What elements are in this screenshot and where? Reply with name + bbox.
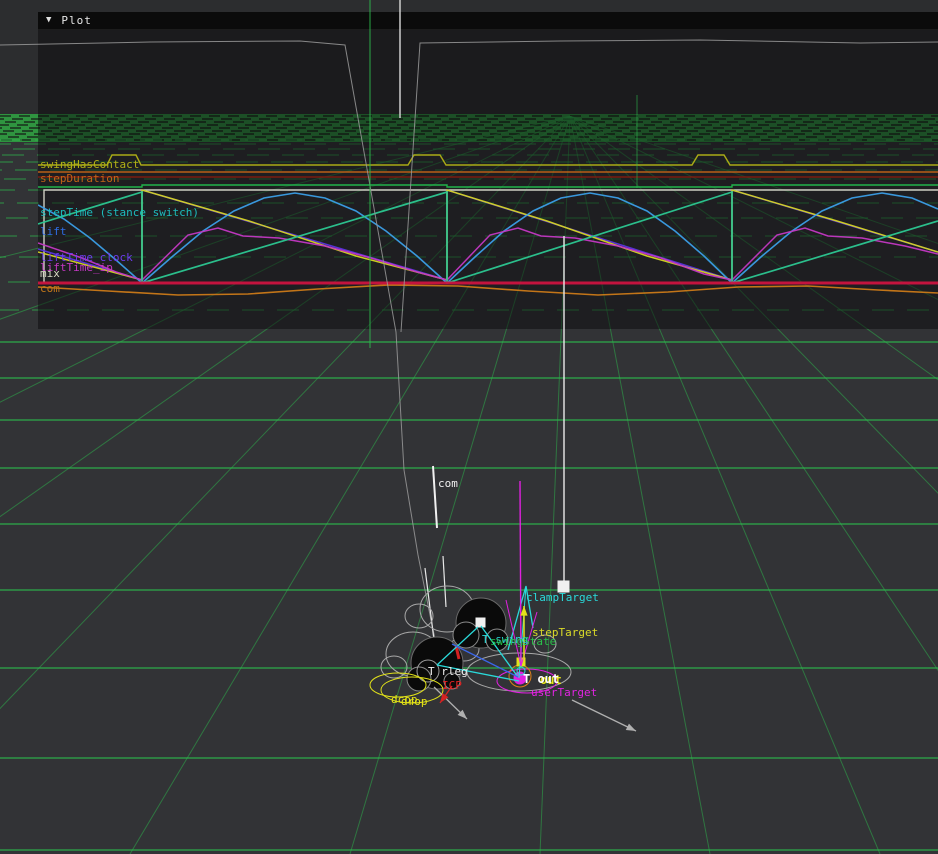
plot-panel: ▼ Plot swingHasContactstepDurationstepTi…	[38, 12, 938, 330]
plot-series-swinghascontact	[38, 155, 938, 165]
plot-panel-title: Plot	[61, 14, 92, 27]
viewport-3d[interactable]: ▼ Plot swingHasContactstepDurationstepTi…	[0, 0, 938, 854]
plot-series-com	[38, 285, 938, 295]
plot-series--unlabeled-green-baseline-	[38, 185, 938, 187]
plot-curves	[38, 30, 938, 329]
plot-series-lifttime-ip	[38, 228, 938, 280]
collapse-triangle-icon[interactable]: ▼	[46, 16, 51, 25]
plot-canvas[interactable]: swingHasContactstepDurationstepTime (sta…	[38, 30, 938, 329]
plot-panel-header[interactable]: ▼ Plot	[38, 12, 938, 30]
plot-series-lifttime-clock	[38, 190, 938, 280]
